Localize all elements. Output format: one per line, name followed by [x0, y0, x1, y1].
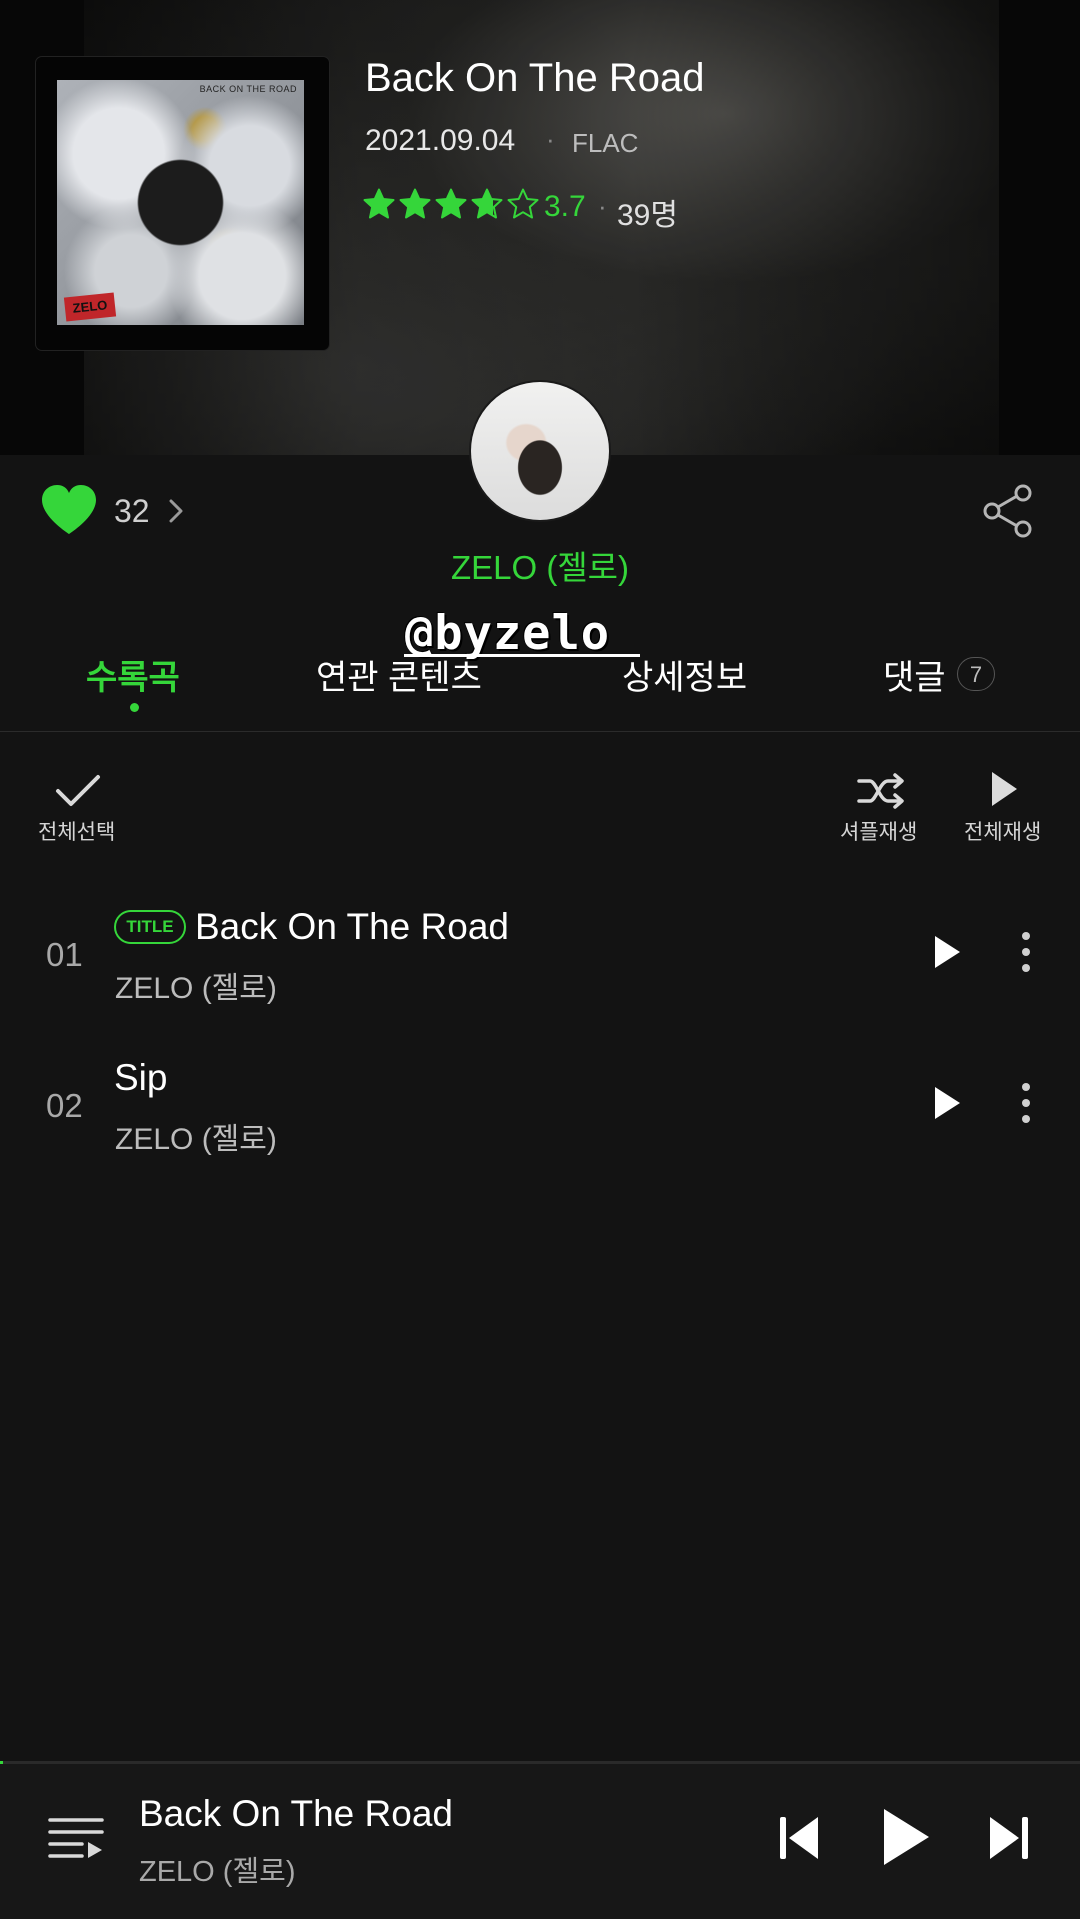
title-track-badge: TITLE	[114, 910, 186, 944]
share-icon[interactable]	[982, 484, 1034, 538]
track-number: 02	[46, 1087, 83, 1124]
more-vertical-icon[interactable]	[1018, 1082, 1034, 1124]
rating-value: 3.7	[544, 190, 586, 223]
heart-icon[interactable]	[40, 484, 98, 536]
tab-tracks[interactable]: 수록곡	[86, 650, 180, 699]
track-title[interactable]: Sip	[114, 1057, 167, 1099]
album-art-image: BACK ON THE ROAD ZELO	[57, 80, 304, 325]
tab-related-content[interactable]: 연관 콘텐츠	[316, 650, 482, 699]
skip-next-icon[interactable]	[988, 1814, 1030, 1862]
track-number: 01	[46, 936, 83, 973]
play-all-button[interactable]: 전체재생	[964, 816, 1041, 846]
album-cover[interactable]: BACK ON THE ROAD ZELO	[36, 57, 329, 350]
playback-progress-track[interactable]	[0, 1761, 1080, 1764]
star-half-icon[interactable]	[471, 188, 503, 220]
album-art-logo: ZELO	[63, 292, 117, 322]
shuffle-play-button[interactable]: 셔플재생	[840, 816, 917, 846]
now-playing-artist[interactable]: ZELO (젤로)	[139, 1848, 295, 1890]
playback-progress-fill	[0, 1761, 4, 1764]
meta-separator: ·	[546, 124, 555, 154]
chevron-right-icon[interactable]	[166, 496, 186, 526]
comment-count-badge: 7	[957, 657, 995, 691]
rating-stars[interactable]	[363, 188, 539, 228]
track-row[interactable]: 02 Sip ZELO (젤로)	[0, 1057, 1080, 1211]
star-filled-icon[interactable]	[399, 188, 431, 220]
play-icon[interactable]	[932, 1085, 962, 1121]
skip-previous-icon[interactable]	[778, 1814, 820, 1862]
album-title: Back On The Road	[365, 56, 705, 100]
tab-details[interactable]: 상세정보	[622, 650, 747, 699]
track-artist[interactable]: ZELO (젤로)	[115, 963, 277, 1007]
star-empty-icon[interactable]	[507, 188, 539, 220]
active-tab-indicator	[130, 703, 139, 712]
select-all-button[interactable]: 전체선택	[38, 816, 115, 846]
artist-avatar[interactable]	[471, 382, 609, 520]
album-art-text: BACK ON THE ROAD	[199, 84, 297, 94]
check-icon[interactable]	[54, 772, 102, 810]
play-icon[interactable]	[932, 934, 962, 970]
play-icon[interactable]	[880, 1806, 932, 1868]
track-row[interactable]: 01 TITLE Back On The Road ZELO (젤로)	[0, 906, 1080, 1060]
track-title[interactable]: Back On The Road	[195, 906, 509, 948]
album-release-date: 2021.09.04	[365, 124, 516, 157]
star-filled-icon[interactable]	[435, 188, 467, 220]
playlist-icon[interactable]	[48, 1815, 104, 1863]
tab-comments[interactable]: 댓글	[883, 650, 946, 699]
more-vertical-icon[interactable]	[1018, 931, 1034, 973]
star-filled-icon[interactable]	[363, 188, 395, 220]
meta-separator: ·	[598, 191, 607, 221]
track-artist[interactable]: ZELO (젤로)	[115, 1114, 277, 1158]
rating-count: 39명	[617, 199, 678, 232]
shuffle-icon[interactable]	[856, 772, 906, 810]
artist-name[interactable]: ZELO (젤로)	[0, 541, 1080, 589]
tab-divider	[0, 731, 1080, 732]
like-count[interactable]: 32	[114, 493, 150, 530]
now-playing-title[interactable]: Back On The Road	[139, 1793, 453, 1835]
play-icon[interactable]	[989, 770, 1019, 808]
album-format: FLAC	[572, 128, 639, 158]
